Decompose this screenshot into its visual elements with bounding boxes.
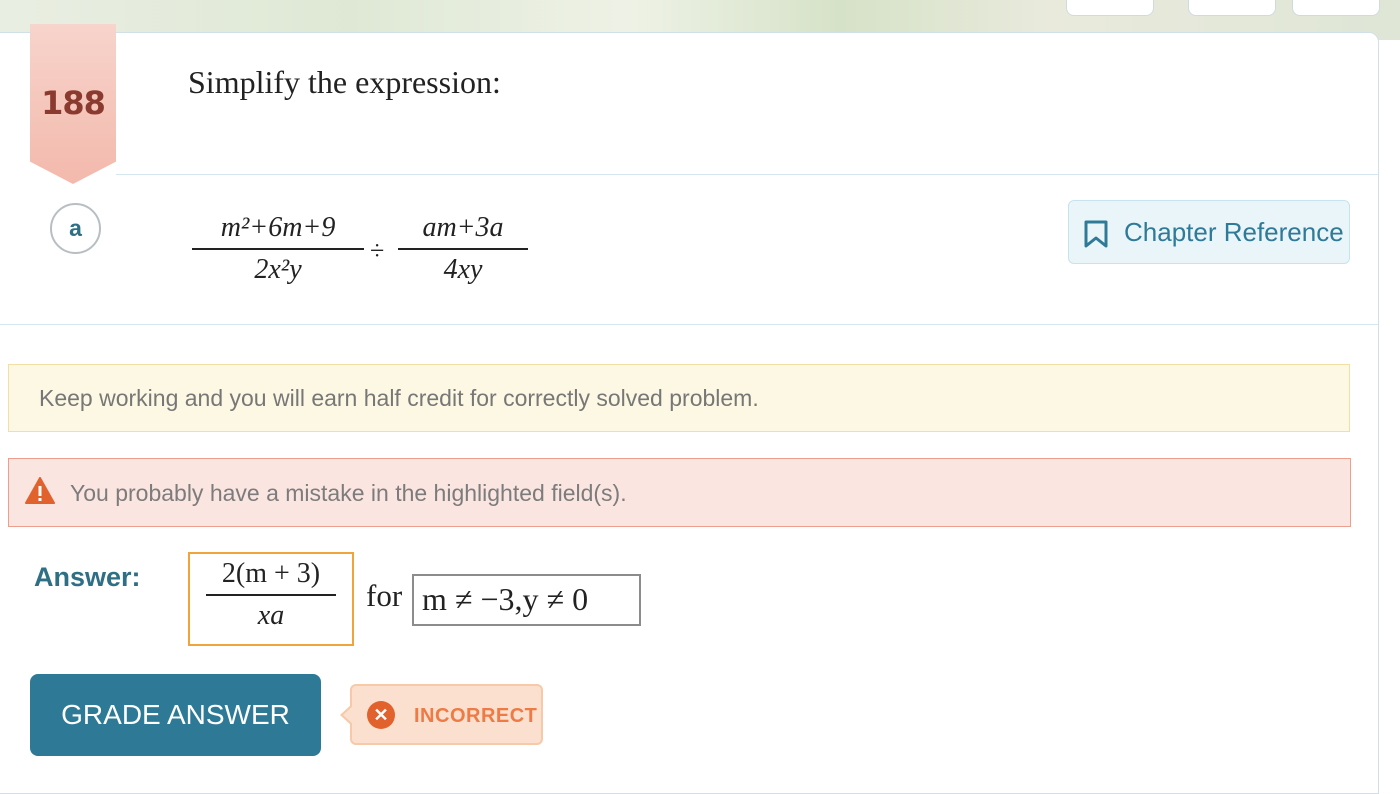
- warning-icon: [25, 477, 55, 504]
- incorrect-label: INCORRECT: [414, 705, 538, 727]
- x-circle-icon: ✕: [367, 701, 395, 729]
- answer-fraction: 2(m + 3) xa: [206, 558, 336, 632]
- answer-denominator[interactable]: xa: [206, 600, 336, 632]
- part-label: a: [50, 203, 101, 254]
- badge-pointer-fill: [343, 706, 353, 724]
- for-text: for: [366, 578, 403, 613]
- answer-label: Answer:: [34, 562, 141, 592]
- division-operator: ÷: [370, 236, 385, 265]
- mistake-alert: You probably have a mistake in the highl…: [8, 458, 1351, 527]
- mistake-text: You probably have a mistake in the highl…: [70, 480, 627, 506]
- half-credit-text: Keep working and you will earn half cred…: [39, 385, 759, 411]
- right-denominator-text: 4xy: [443, 254, 483, 285]
- answer-denominator-text: xa: [257, 600, 285, 631]
- left-numerator-text: m²+6m+9: [220, 212, 336, 243]
- left-fraction: m²+6m+9 2x²y: [192, 212, 364, 286]
- answer-numerator[interactable]: 2(m + 3): [206, 558, 336, 590]
- grade-answer-button[interactable]: GRADE ANSWER: [30, 674, 321, 756]
- section-divider: [0, 324, 1378, 325]
- top-nav-tab[interactable]: [1292, 0, 1380, 16]
- question-title: Simplify the expression:: [188, 64, 501, 100]
- right-fraction: am+3a 4xy: [398, 212, 528, 286]
- question-number: 188: [41, 84, 106, 122]
- right-denominator: 4xy: [398, 254, 528, 286]
- top-nav-tab[interactable]: [1188, 0, 1276, 16]
- left-denominator: 2x²y: [192, 254, 364, 286]
- chapter-reference-label: Chapter Reference: [1124, 217, 1344, 247]
- fraction-bar: [398, 248, 528, 250]
- bookmark-icon: [1084, 220, 1108, 248]
- left-denominator-text: 2x²y: [254, 254, 302, 285]
- condition-text: m ≠ −3,y ≠ 0: [422, 581, 589, 617]
- right-numerator-text: am+3a: [422, 212, 504, 243]
- condition-input[interactable]: m ≠ −3,y ≠ 0: [412, 574, 641, 626]
- left-numerator: m²+6m+9: [192, 212, 364, 244]
- incorrect-badge: ✕ INCORRECT: [340, 684, 543, 745]
- half-credit-notice: Keep working and you will earn half cred…: [8, 364, 1350, 432]
- fraction-bar: [206, 594, 336, 596]
- answer-numerator-text: 2(m + 3): [221, 558, 321, 589]
- fraction-bar: [192, 248, 364, 250]
- right-numerator: am+3a: [398, 212, 528, 244]
- top-nav-tab[interactable]: [1066, 0, 1154, 16]
- section-divider: [116, 174, 1378, 175]
- answer-fraction-input[interactable]: 2(m + 3) xa: [188, 552, 354, 646]
- chapter-reference-button[interactable]: Chapter Reference: [1068, 200, 1350, 264]
